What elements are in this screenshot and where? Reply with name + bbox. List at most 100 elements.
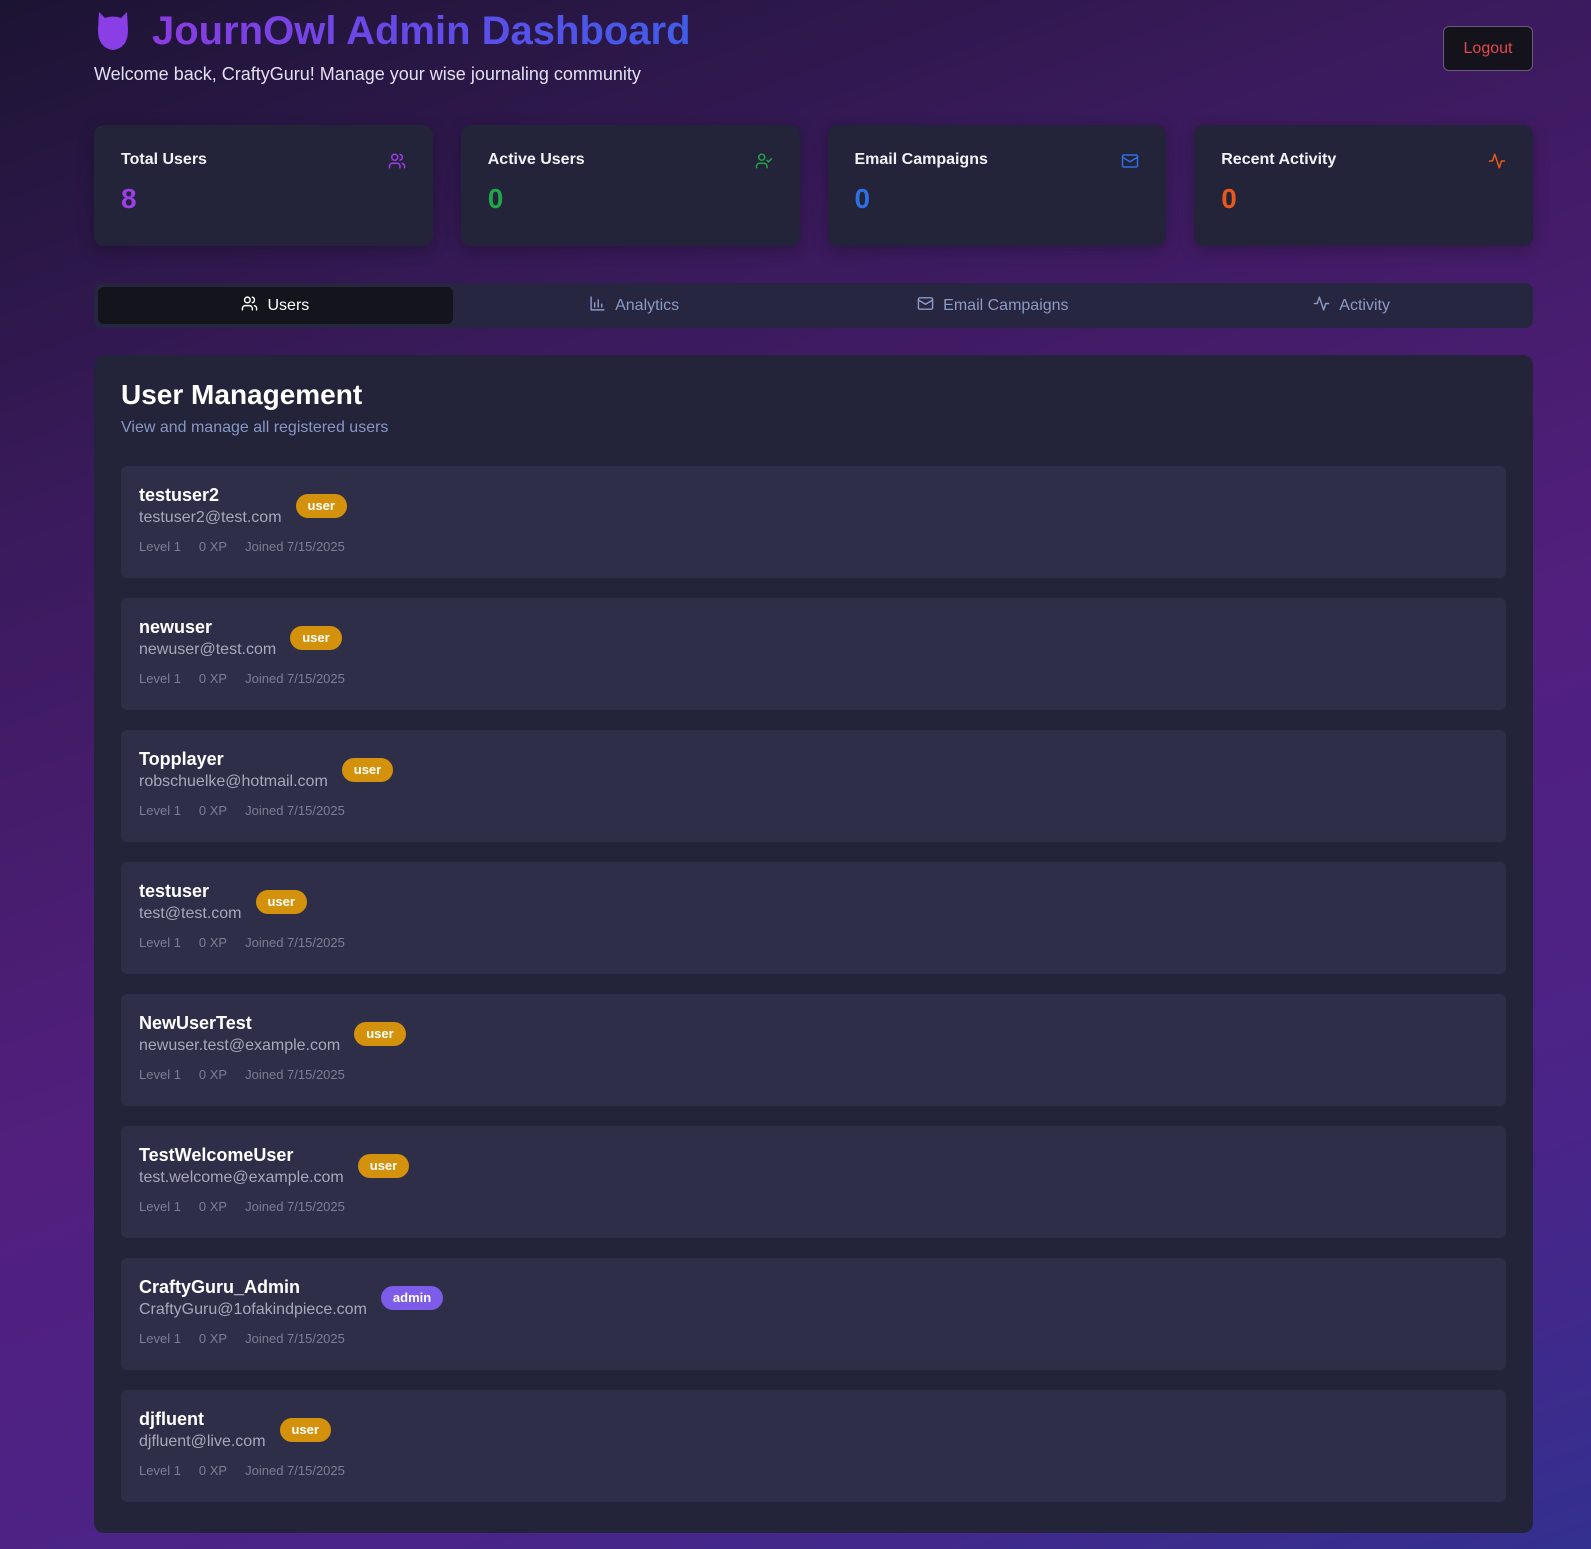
stat-card-recent-activity: Recent Activity 0 [1194, 125, 1533, 246]
role-badge: user [354, 1022, 406, 1046]
user-level: Level 1 [139, 803, 181, 818]
user-level: Level 1 [139, 1199, 181, 1214]
stat-label: Recent Activity [1221, 151, 1337, 168]
activity-icon [1313, 295, 1330, 317]
role-badge: user [341, 758, 394, 782]
stat-label: Total Users [121, 151, 207, 168]
user-names: CraftyGuru_Admin CraftyGuru@1ofakindpiec… [139, 1277, 367, 1319]
tab-users[interactable]: Users [98, 287, 453, 324]
user-meta: Level 1 0 XP Joined 7/15/2025 [139, 539, 1488, 554]
tab-bar: Users Analytics Email Campaigns Activity [94, 283, 1533, 328]
tab-label: Activity [1339, 296, 1390, 314]
mail-icon [917, 295, 934, 317]
user-email: robschuelke@hotmail.com [139, 773, 328, 790]
user-email: test.welcome@example.com [139, 1169, 344, 1186]
user-names: NewUserTest newuser.test@example.com [139, 1013, 340, 1055]
list-item[interactable]: testuser2 testuser2@test.com user Level … [121, 466, 1506, 578]
user-header: djfluent djfluent@live.com user [139, 1409, 1488, 1451]
user-names: testuser2 testuser2@test.com [139, 485, 282, 527]
stat-value: 0 [854, 183, 871, 214]
header: JournOwl Admin Dashboard Welcome back, C… [94, 8, 1533, 88]
user-xp: 0 XP [198, 1463, 228, 1478]
user-name: testuser2 [139, 485, 220, 505]
users-icon [241, 295, 258, 317]
user-name: djfluent [139, 1409, 204, 1429]
list-item[interactable]: NewUserTest newuser.test@example.com use… [121, 994, 1506, 1106]
mail-icon [1121, 152, 1139, 170]
user-name: newuser [139, 617, 213, 637]
user-joined: Joined 7/15/2025 [245, 671, 345, 686]
list-item[interactable]: newuser newuser@test.com user Level 1 0 … [121, 598, 1506, 710]
user-header: CraftyGuru_Admin CraftyGuru@1ofakindpiec… [139, 1277, 1488, 1319]
stat-card-email-campaigns: Email Campaigns 0 [827, 125, 1167, 246]
user-email: newuser.test@example.com [139, 1037, 341, 1054]
tab-analytics[interactable]: Analytics [457, 287, 812, 324]
user-joined: Joined 7/15/2025 [245, 803, 345, 818]
stats-row: Total Users 8 Active Users 0 Email Campa… [94, 125, 1533, 246]
user-xp: 0 XP [198, 539, 228, 554]
user-level: Level 1 [139, 1331, 181, 1346]
user-joined: Joined 7/15/2025 [245, 1331, 345, 1346]
role-badge: user [255, 890, 307, 914]
user-email: djfluent@live.com [139, 1433, 266, 1450]
user-header: testuser2 testuser2@test.com user [139, 485, 1488, 527]
tab-label: Users [267, 296, 310, 314]
user-name: CraftyGuru_Admin [139, 1277, 301, 1297]
user-xp: 0 XP [198, 1067, 228, 1082]
user-names: newuser newuser@test.com [139, 617, 276, 659]
logo-row: JournOwl Admin Dashboard [94, 8, 1533, 54]
tab-label: Email Campaigns [943, 296, 1069, 314]
user-level: Level 1 [139, 1067, 181, 1082]
user-joined: Joined 7/15/2025 [245, 539, 345, 554]
user-header: testuser test@test.com user [139, 881, 1488, 923]
stat-value: 8 [121, 183, 137, 214]
panel-subtitle: View and manage all registered users [121, 419, 389, 436]
user-meta: Level 1 0 XP Joined 7/15/2025 [139, 671, 1488, 686]
user-header: Topplayer robschuelke@hotmail.com user [139, 749, 1488, 791]
role-badge: user [357, 1154, 410, 1178]
user-email: CraftyGuru@1ofakindpiece.com [139, 1301, 367, 1318]
list-item[interactable]: TestWelcomeUser test.welcome@example.com… [121, 1126, 1506, 1238]
tab-activity[interactable]: Activity [1174, 287, 1529, 324]
user-meta: Level 1 0 XP Joined 7/15/2025 [139, 935, 1488, 950]
role-badge: user [295, 494, 347, 518]
user-name: testuser [139, 881, 210, 901]
list-item[interactable]: djfluent djfluent@live.com user Level 1 … [121, 1390, 1506, 1502]
list-item[interactable]: Topplayer robschuelke@hotmail.com user L… [121, 730, 1506, 842]
role-badge: admin [380, 1286, 444, 1310]
users-icon [388, 152, 406, 170]
user-name: TestWelcomeUser [139, 1145, 294, 1165]
user-xp: 0 XP [198, 1331, 228, 1346]
list-item[interactable]: CraftyGuru_Admin CraftyGuru@1ofakindpiec… [121, 1258, 1506, 1370]
user-meta: Level 1 0 XP Joined 7/15/2025 [139, 803, 1488, 818]
user-header: newuser newuser@test.com user [139, 617, 1488, 659]
logout-button[interactable]: Logout [1443, 26, 1533, 71]
user-level: Level 1 [139, 671, 181, 686]
role-badge: user [279, 1418, 331, 1442]
user-names: TestWelcomeUser test.welcome@example.com [139, 1145, 344, 1187]
stat-label: Active Users [487, 151, 585, 168]
stat-card-active-users: Active Users 0 [460, 125, 800, 246]
user-joined: Joined 7/15/2025 [245, 1199, 345, 1214]
welcome-text: Welcome back, CraftyGuru! Manage your wi… [94, 64, 641, 84]
user-joined: Joined 7/15/2025 [245, 935, 345, 950]
user-level: Level 1 [139, 1463, 181, 1478]
activity-icon [1488, 152, 1506, 170]
user-names: djfluent djfluent@live.com [139, 1409, 266, 1451]
stat-value: 0 [487, 183, 504, 214]
stat-label: Email Campaigns [854, 151, 988, 168]
list-item[interactable]: testuser test@test.com user Level 1 0 XP… [121, 862, 1506, 974]
user-header: NewUserTest newuser.test@example.com use… [139, 1013, 1488, 1055]
user-email: newuser@test.com [139, 641, 277, 658]
tab-label: Analytics [615, 296, 680, 314]
stat-card-total-users: Total Users 8 [94, 125, 433, 246]
user-xp: 0 XP [198, 671, 228, 686]
user-names: Topplayer robschuelke@hotmail.com [139, 749, 328, 791]
tab-email-campaigns[interactable]: Email Campaigns [816, 287, 1171, 324]
user-name: NewUserTest [139, 1013, 252, 1033]
panel-title: User Management [121, 379, 363, 410]
user-meta: Level 1 0 XP Joined 7/15/2025 [139, 1463, 1488, 1478]
stat-value: 0 [1221, 183, 1237, 214]
user-email: test@test.com [139, 905, 242, 922]
user-email: testuser2@test.com [139, 509, 282, 526]
